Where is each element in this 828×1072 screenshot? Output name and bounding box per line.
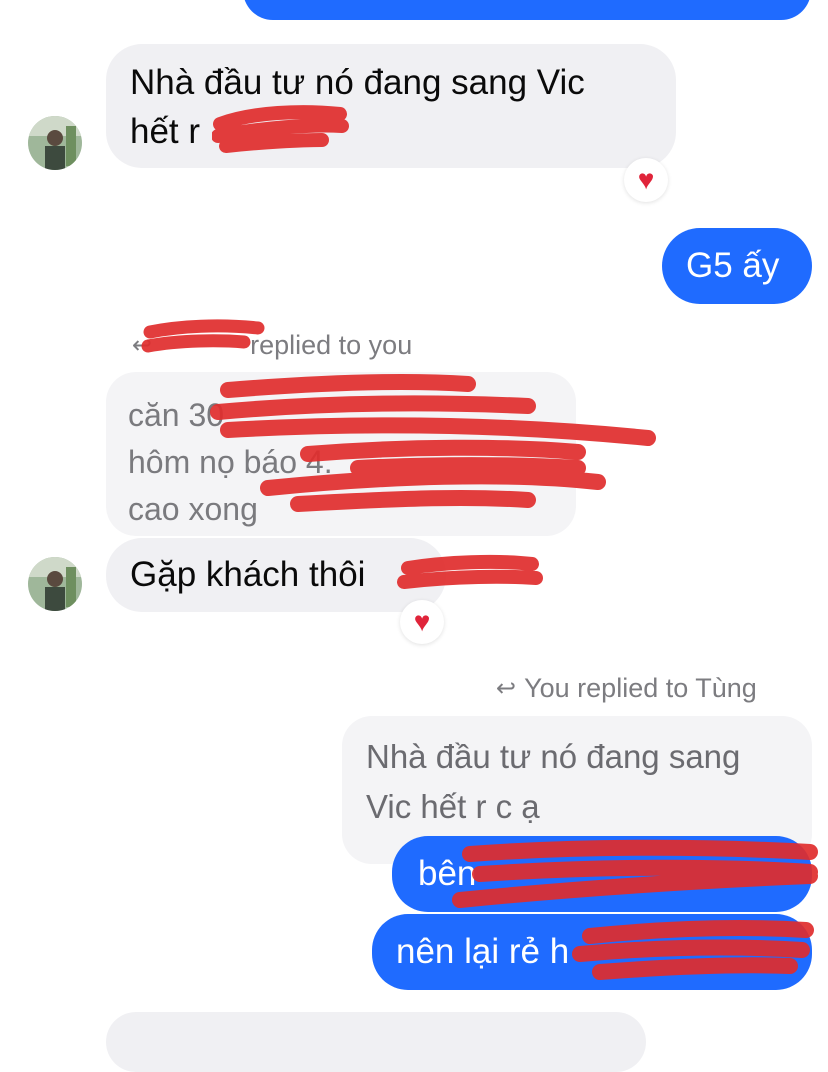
reply-meta-incoming: ↩ replied to you: [132, 330, 412, 361]
message-bubble-outgoing-line-2[interactable]: nên lại rẻ h: [372, 914, 812, 990]
message-text: Gặp khách thôi: [130, 555, 366, 594]
heart-icon: ♥: [637, 164, 655, 195]
message-text: bên: [418, 854, 477, 893]
contact-avatar[interactable]: [28, 116, 82, 170]
message-text: G5 ấy: [686, 246, 780, 285]
reply-meta-text: You replied to Tùng: [524, 673, 757, 703]
reply-arrow-icon: ↩: [132, 332, 153, 359]
message-bubble-outgoing-line-1[interactable]: bên: [392, 836, 812, 912]
heart-reaction[interactable]: ♥: [624, 158, 668, 202]
reply-arrow-icon: ↩: [496, 675, 517, 702]
message-text: Nhà đầu tư nó đang sang Vic hết r: [130, 63, 585, 151]
quoted-message-incoming[interactable]: căn 30 hôm nọ báo 4. cao xong: [106, 372, 576, 536]
quoted-text: Nhà đầu tư nó đang sang Vic hết r c ạ: [366, 738, 741, 825]
reply-meta-outgoing: ↩ You replied to Tùng: [496, 673, 757, 704]
contact-avatar[interactable]: [28, 557, 82, 611]
message-text: nên lại rẻ h: [396, 932, 570, 971]
message-bubble-outgoing-g5[interactable]: G5 ấy: [662, 228, 812, 304]
heart-icon: ♥: [413, 606, 431, 637]
partial-outgoing-bubble[interactable]: [243, 0, 811, 20]
message-bubble-incoming-2[interactable]: Gặp khách thôi: [106, 538, 446, 612]
partial-incoming-bubble[interactable]: [106, 1012, 646, 1072]
quoted-text: căn 30 hôm nọ báo 4. cao xong: [128, 397, 333, 527]
heart-reaction[interactable]: ♥: [400, 600, 444, 644]
reply-meta-text: replied to you: [250, 330, 413, 360]
message-bubble-incoming-1[interactable]: Nhà đầu tư nó đang sang Vic hết r: [106, 44, 676, 168]
